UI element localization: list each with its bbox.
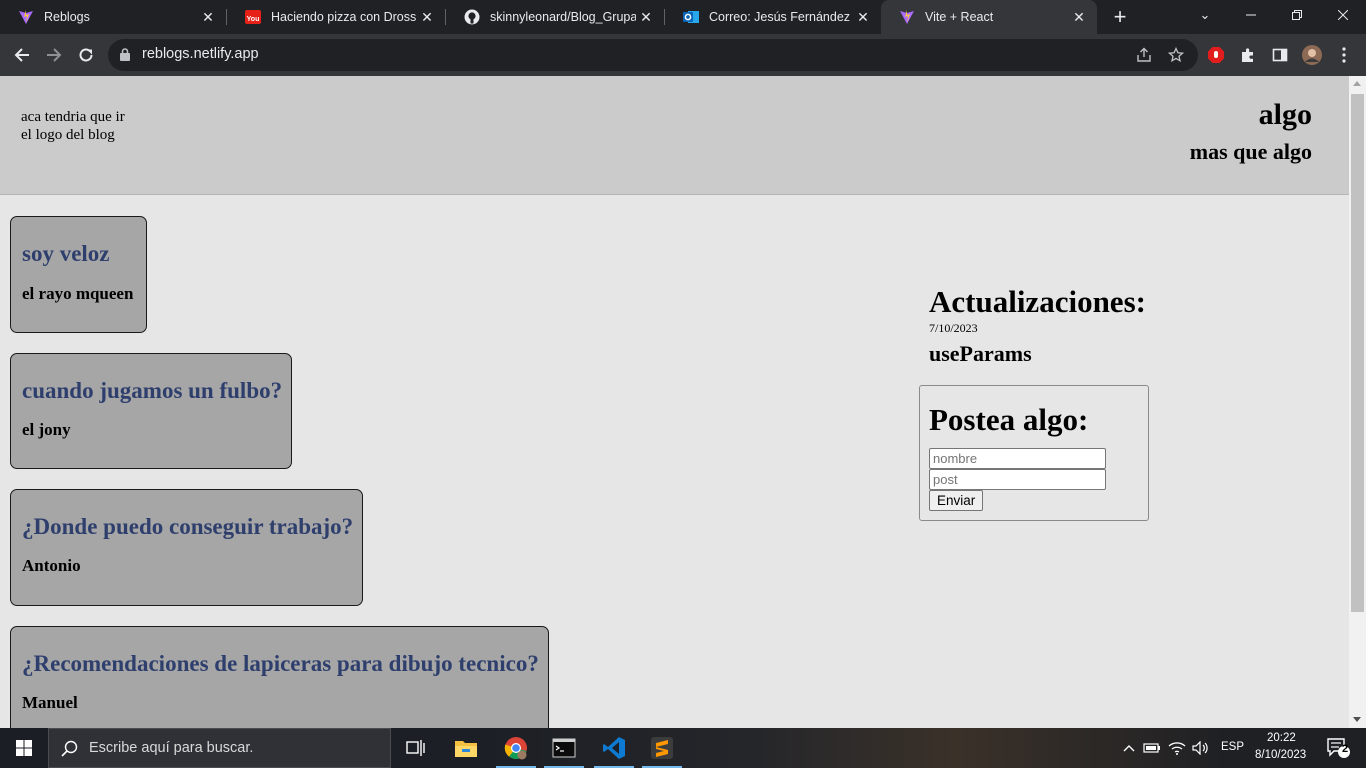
chrome-taskbar-icon[interactable]	[492, 728, 540, 768]
post-form: Postea algo: Enviar	[919, 385, 1149, 521]
close-tab-icon[interactable]: ✕	[636, 7, 656, 27]
tab-youtube[interactable]: You Haciendo pizza con Dross - Y ✕	[227, 0, 445, 34]
reload-button[interactable]	[74, 43, 98, 67]
tab-search-icon[interactable]: ⌄	[1182, 0, 1228, 30]
profile-avatar[interactable]	[1302, 45, 1322, 65]
restore-button[interactable]	[1274, 0, 1320, 30]
scroll-down-arrow-icon[interactable]	[1353, 717, 1361, 722]
file-explorer-icon[interactable]	[442, 728, 490, 768]
vite-icon	[18, 9, 34, 25]
input-language[interactable]: ESP	[1221, 741, 1244, 753]
scroll-up-arrow-icon[interactable]	[1353, 81, 1361, 86]
search-placeholder: Escribe aquí para buscar.	[89, 740, 254, 756]
outlook-icon	[683, 9, 699, 25]
close-tab-icon[interactable]: ✕	[198, 7, 218, 27]
post-card[interactable]: ¿Donde puedo conseguir trabajo? Antonio	[10, 489, 363, 606]
volume-icon[interactable]	[1190, 728, 1212, 768]
tab-vite-react[interactable]: Vite + React ✕	[881, 0, 1097, 34]
updates-item: useParams	[929, 341, 1032, 366]
header-title: algo	[1258, 98, 1312, 131]
tab-reblogs[interactable]: Reblogs ✕	[0, 0, 226, 34]
updates-date: 7/10/2023	[929, 321, 978, 335]
post-title: ¿Recomendaciones de lapiceras para dibuj…	[22, 651, 539, 676]
post-title: cuando jugamos un fulbo?	[22, 378, 283, 403]
vite-icon	[899, 9, 915, 25]
wifi-icon[interactable]	[1166, 728, 1188, 768]
logo-placeholder-text: aca tendria que ir el logo del blog	[21, 109, 125, 143]
youtube-icon: You	[245, 9, 261, 25]
share-icon[interactable]	[1134, 45, 1154, 65]
page-scrollbar[interactable]	[1349, 76, 1366, 728]
post-author: el rayo mqueen	[22, 284, 134, 303]
header-subtitle: mas que algo	[1189, 139, 1312, 164]
url-text: reblogs.netlify.app	[142, 46, 259, 62]
task-view-icon[interactable]	[392, 728, 440, 768]
notification-count: 2	[1342, 743, 1349, 755]
svg-text:You: You	[247, 16, 260, 23]
post-card[interactable]: cuando jugamos un fulbo? el jony	[10, 353, 292, 469]
new-tab-button[interactable]: +	[1108, 5, 1132, 29]
bookmark-star-icon[interactable]	[1166, 45, 1186, 65]
vscode-icon[interactable]	[590, 728, 638, 768]
clock-date[interactable]: 8/10/2023	[1255, 749, 1306, 761]
side-panel-icon[interactable]	[1270, 45, 1290, 65]
sublime-text-icon[interactable]	[638, 728, 686, 768]
github-icon	[464, 9, 480, 25]
battery-icon[interactable]	[1141, 728, 1163, 768]
post-card[interactable]: soy veloz el rayo mqueen	[10, 216, 147, 333]
windows-taskbar: Escribe aquí para buscar. ESP 20:22 8/10…	[0, 728, 1366, 768]
post-author: el jony	[22, 420, 71, 439]
show-hidden-icons-chevron[interactable]	[1118, 728, 1140, 768]
post-card[interactable]: ¿Recomendaciones de lapiceras para dibuj…	[10, 626, 549, 728]
submit-button[interactable]: Enviar	[929, 490, 984, 511]
browser-toolbar: reblogs.netlify.app	[0, 34, 1366, 76]
terminal-icon[interactable]	[540, 728, 588, 768]
taskbar-search-box[interactable]: Escribe aquí para buscar.	[48, 728, 391, 768]
page-viewport: aca tendria que ir el logo del blog algo…	[0, 76, 1349, 728]
windows-start-button[interactable]	[0, 728, 48, 768]
notifications-icon[interactable]: 2	[1318, 728, 1358, 768]
post-title: ¿Donde puedo conseguir trabajo?	[22, 514, 354, 539]
browser-tab-strip: Reblogs ✕ You Haciendo pizza con Dross -…	[0, 0, 1366, 34]
close-window-button[interactable]	[1320, 0, 1366, 30]
lock-icon[interactable]	[120, 48, 130, 66]
minimize-button[interactable]	[1228, 0, 1274, 30]
clock-time[interactable]: 20:22	[1267, 732, 1296, 744]
post-form-title: Postea algo:	[929, 402, 1089, 437]
close-tab-icon[interactable]: ✕	[1069, 7, 1089, 27]
search-icon	[61, 740, 78, 762]
post-author: Antonio	[22, 556, 81, 575]
scroll-thumb[interactable]	[1351, 94, 1364, 612]
post-author: Manuel	[22, 693, 78, 712]
forward-button[interactable]	[42, 43, 66, 67]
site-header: aca tendria que ir el logo del blog algo…	[0, 76, 1349, 195]
post-title: soy veloz	[22, 241, 110, 266]
updates-heading: Actualizaciones:	[929, 284, 1146, 319]
extensions-puzzle-icon[interactable]	[1238, 45, 1258, 65]
post-input[interactable]	[929, 469, 1106, 490]
extension-adblock-icon[interactable]	[1206, 45, 1226, 65]
address-bar[interactable]: reblogs.netlify.app	[108, 39, 1198, 71]
close-tab-icon[interactable]: ✕	[417, 7, 437, 27]
tab-outlook[interactable]: Correo: Jesús Fernández - O ✕	[665, 0, 881, 34]
chrome-menu-icon[interactable]	[1334, 45, 1354, 65]
name-input[interactable]	[929, 448, 1106, 469]
windows-logo-icon	[16, 740, 32, 756]
tab-github[interactable]: skinnyleonard/Blog_Grupal ✕	[446, 0, 664, 34]
back-button[interactable]	[10, 43, 34, 67]
close-tab-icon[interactable]: ✕	[853, 7, 873, 27]
